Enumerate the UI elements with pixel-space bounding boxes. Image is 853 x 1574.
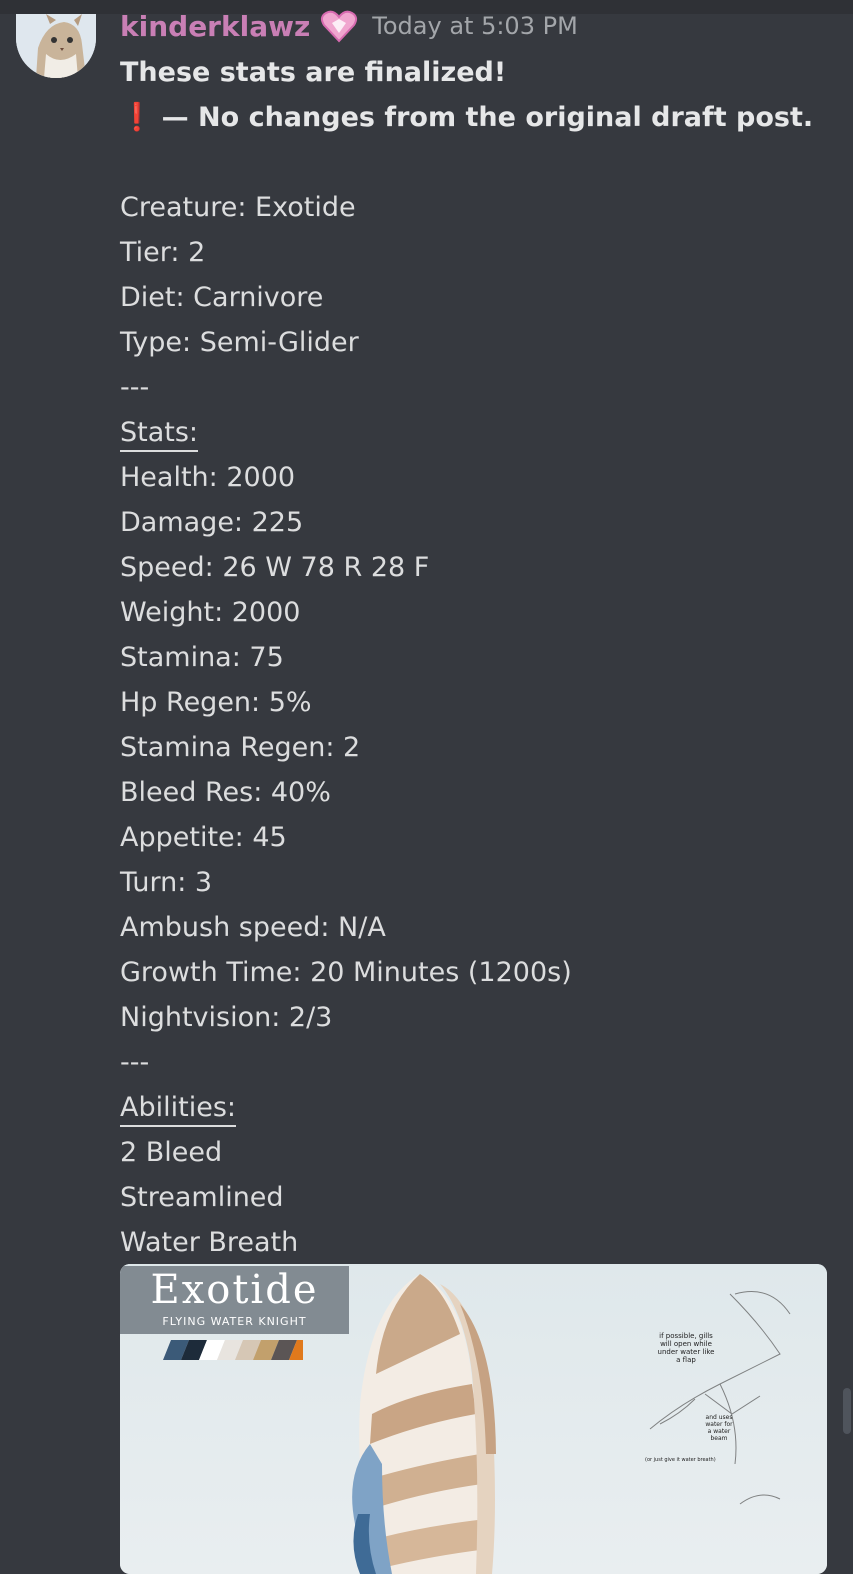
note-text: if possible, gills: [659, 1332, 713, 1340]
cat-avatar-icon: [16, 14, 96, 78]
stats-heading-row: Stats:: [120, 410, 820, 455]
ability-line: Streamlined: [120, 1182, 284, 1213]
note-text: will open while: [660, 1340, 712, 1348]
message-timestamp: Today at 5:03 PM: [372, 12, 578, 40]
image-attachment[interactable]: Exotide FLYING WATER KNIGHT if possible,…: [120, 1264, 827, 1574]
note-text: and uses: [705, 1414, 733, 1421]
reference-subtitle: FLYING WATER KNIGHT: [162, 1315, 307, 1328]
stat-line: Stamina: 75: [120, 642, 284, 673]
message-line-no-changes: ❗ — No changes from the original draft po…: [120, 95, 820, 140]
no-changes-text: — No changes from the original draft pos…: [161, 102, 814, 133]
note-text: under water like: [657, 1348, 715, 1356]
message-header: kinderklawz Today at 5:03 PM: [120, 6, 578, 46]
message-content: These stats are finalized! ❗ — No changes…: [120, 50, 820, 1265]
note-text: beam: [710, 1435, 728, 1442]
ability-line: 2 Bleed: [120, 1137, 223, 1168]
note-text: a water: [707, 1428, 731, 1435]
tier-line: Tier: 2: [120, 237, 206, 268]
reference-title-box: Exotide FLYING WATER KNIGHT: [120, 1266, 349, 1334]
heart-badge-icon: [321, 10, 358, 43]
separator: ---: [120, 372, 150, 403]
note-text: a flap: [676, 1356, 696, 1364]
username[interactable]: kinderklawz: [120, 10, 310, 43]
separator: ---: [120, 1047, 150, 1078]
stat-line: Hp Regen: 5%: [120, 687, 312, 718]
stat-line: Turn: 3: [120, 867, 213, 898]
reference-title: Exotide: [150, 1267, 319, 1313]
stats-heading: Stats:: [120, 416, 199, 452]
stat-line: Damage: 225: [120, 507, 304, 538]
message-line-finalized: These stats are finalized!: [120, 57, 507, 88]
stat-line: Ambush speed: N/A: [120, 912, 386, 943]
stat-line: Growth Time: 20 Minutes (1200s): [120, 957, 572, 988]
user-avatar[interactable]: [16, 14, 96, 78]
type-line: Type: Semi-Glider: [120, 327, 359, 358]
scrollbar-thumb[interactable]: [843, 1388, 851, 1434]
sketch-note-breath: (or just give it water breath): [645, 1457, 716, 1463]
stat-line: Appetite: 45: [120, 822, 287, 853]
diet-line: Diet: Carnivore: [120, 282, 324, 313]
stat-line: Stamina Regen: 2: [120, 732, 361, 763]
abilities-heading: Abilities:: [120, 1091, 236, 1127]
abilities-heading-row: Abilities:: [120, 1085, 820, 1130]
ability-line: Water Breath: [120, 1227, 299, 1258]
color-palette: [163, 1340, 303, 1360]
sketch-note-gills: if possible, gills will open while under…: [651, 1332, 721, 1364]
stat-line: Speed: 26 W 78 R 28 F: [120, 552, 430, 583]
creature-line: Creature: Exotide: [120, 192, 356, 223]
sketch-note-beam: and uses water for a water beam: [694, 1414, 744, 1442]
exclamation-icon: ❗: [120, 102, 154, 133]
stat-line: Health: 2000: [120, 462, 296, 493]
stat-line: Weight: 2000: [120, 597, 301, 628]
note-text: water for: [705, 1421, 733, 1428]
stat-line: Bleed Res: 40%: [120, 777, 331, 808]
stat-line: Nightvision: 2/3: [120, 1002, 333, 1033]
